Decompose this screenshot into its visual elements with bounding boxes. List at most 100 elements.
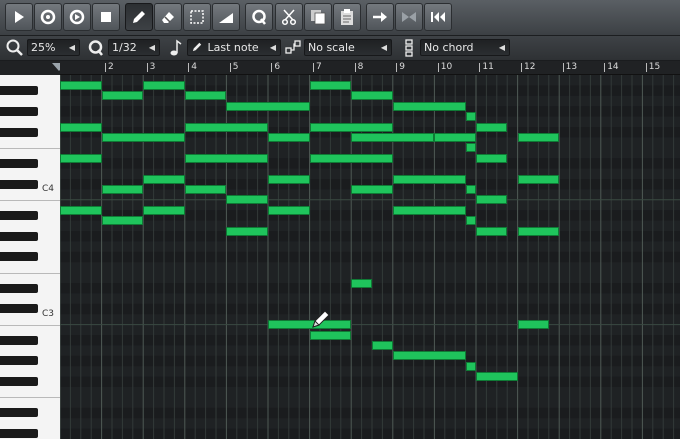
ruler-bar-label: 6 (271, 62, 281, 72)
midi-note[interactable] (476, 372, 518, 382)
note-length-select[interactable]: Last note ◀ (187, 39, 281, 56)
knife-button[interactable] (395, 3, 423, 31)
black-key[interactable] (0, 304, 38, 314)
midi-note[interactable] (392, 174, 466, 184)
black-key[interactable] (0, 283, 38, 293)
midi-note[interactable] (101, 91, 144, 101)
midi-note[interactable] (143, 174, 185, 184)
midi-note[interactable] (226, 226, 268, 236)
black-key[interactable] (0, 85, 38, 95)
black-key[interactable] (0, 429, 38, 439)
midi-note[interactable] (476, 226, 508, 236)
midi-note[interactable] (517, 132, 560, 142)
white-key-divider (0, 199, 60, 201)
midi-note[interactable] (60, 122, 102, 132)
midi-note[interactable] (476, 195, 508, 205)
midi-note[interactable] (465, 361, 476, 371)
black-key[interactable] (0, 377, 38, 387)
ruler-bar-label: 14 (604, 62, 619, 72)
draw-mode-button[interactable] (125, 3, 153, 31)
midi-note[interactable] (60, 80, 102, 90)
record-button[interactable] (34, 3, 62, 31)
midi-note[interactable] (392, 101, 466, 111)
black-key[interactable] (0, 179, 38, 189)
midi-note[interactable] (517, 226, 560, 236)
rewind-to-start-button[interactable] (424, 3, 452, 31)
note-grid[interactable] (60, 75, 680, 439)
scale-select[interactable]: No scale ◀ (304, 39, 392, 56)
black-key[interactable] (0, 408, 38, 418)
midi-note[interactable] (351, 132, 435, 142)
midi-note[interactable] (309, 153, 393, 163)
erase-mode-button[interactable] (154, 3, 182, 31)
black-key[interactable] (0, 335, 38, 345)
detune-mode-button[interactable] (212, 3, 240, 31)
midi-note[interactable] (465, 184, 476, 194)
stop-button[interactable] (92, 3, 120, 31)
piano-keyboard[interactable]: C4 C3 (0, 75, 60, 439)
midi-note[interactable] (184, 122, 268, 132)
black-key[interactable] (0, 127, 38, 137)
black-key[interactable] (0, 356, 38, 366)
quantize-select[interactable]: 1/32 ◀ (108, 39, 160, 56)
midi-note[interactable] (465, 112, 476, 122)
midi-note[interactable] (184, 184, 227, 194)
black-key[interactable] (0, 252, 38, 262)
midi-note[interactable] (465, 216, 476, 226)
midi-note[interactable] (309, 80, 352, 90)
midi-note[interactable] (101, 132, 185, 142)
midi-note[interactable] (226, 195, 268, 205)
play-button[interactable] (5, 3, 33, 31)
midi-note[interactable] (434, 132, 476, 142)
midi-note[interactable] (351, 184, 393, 194)
quantize-button[interactable] (245, 3, 273, 31)
midi-note[interactable] (372, 340, 393, 350)
midi-note[interactable] (143, 80, 185, 90)
midi-note[interactable] (101, 184, 144, 194)
timeline-ruler[interactable]: 2 3 4 5 6 7 8 9 10 11 12 13 14 15 (60, 61, 680, 75)
white-key-divider (0, 147, 60, 149)
midi-note[interactable] (268, 132, 310, 142)
black-key-row (60, 231, 680, 242)
select-mode-button[interactable] (183, 3, 211, 31)
ruler-bar-label: 12 (520, 62, 536, 72)
midi-note[interactable] (392, 351, 466, 361)
zoom-select[interactable]: 25% ◀ (27, 39, 80, 56)
chevron-left-icon: ◀ (148, 43, 156, 52)
cut-button[interactable] (275, 3, 303, 31)
paste-button[interactable] (333, 3, 361, 31)
black-key-row (60, 106, 680, 117)
midi-note[interactable] (101, 216, 144, 226)
copy-button[interactable] (304, 3, 332, 31)
midi-note[interactable] (184, 91, 227, 101)
stitch-notes-button[interactable] (366, 3, 394, 31)
midi-note[interactable] (476, 153, 508, 163)
quantize-icon (252, 9, 266, 25)
ruler-bar-label: 9 (396, 62, 405, 72)
midi-note[interactable] (268, 174, 310, 184)
black-key-row (60, 303, 680, 315)
midi-note[interactable] (517, 320, 549, 330)
midi-note[interactable] (392, 205, 466, 215)
piano-roll-options-bar: 25% ◀ 1/32 ◀ Last note ◀ No scale ◀ No c… (0, 36, 680, 61)
midi-note[interactable] (268, 205, 310, 215)
midi-note[interactable] (226, 101, 310, 111)
midi-note[interactable] (351, 278, 372, 288)
record-while-playing-button[interactable] (63, 3, 91, 31)
midi-note[interactable] (517, 174, 560, 184)
ruler-bar-label: 3 (146, 62, 156, 72)
midi-note[interactable] (351, 91, 393, 101)
black-key[interactable] (0, 106, 38, 116)
midi-note[interactable] (465, 143, 476, 153)
midi-note[interactable] (60, 153, 102, 163)
midi-note[interactable] (143, 205, 185, 215)
midi-note[interactable] (476, 122, 508, 132)
black-key[interactable] (0, 158, 38, 168)
black-key[interactable] (0, 231, 38, 241)
midi-note[interactable] (184, 153, 268, 163)
midi-note[interactable] (309, 122, 393, 132)
midi-note[interactable] (309, 330, 352, 340)
chord-select[interactable]: No chord ◀ (420, 39, 510, 56)
midi-note[interactable] (60, 205, 102, 215)
black-key[interactable] (0, 210, 38, 220)
